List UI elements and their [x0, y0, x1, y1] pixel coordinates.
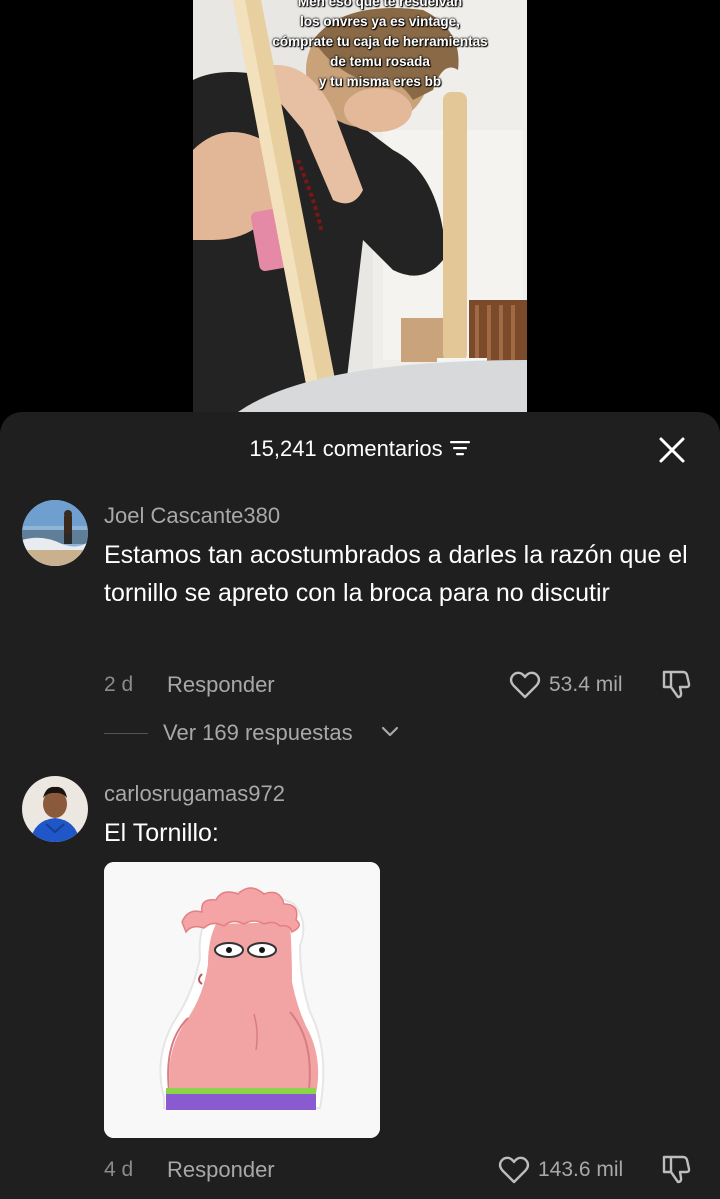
comment-username[interactable]: Joel Cascante380: [104, 503, 280, 529]
like-count: 143.6 mil: [538, 1158, 624, 1181]
caption-line: los onvres ya es vintage,: [300, 14, 460, 29]
like-count: 53.4 mil: [549, 673, 623, 696]
caption-line: Men eso que te resuelvan: [297, 0, 463, 9]
chevron-down-icon: [381, 726, 399, 737]
comment-username[interactable]: carlosrugamas972: [104, 781, 285, 807]
view-replies-label: Ver 169 respuestas: [163, 720, 353, 745]
video-player[interactable]: Men eso que te resuelvan los onvres ya e…: [0, 0, 720, 412]
heart-icon[interactable]: [509, 670, 541, 700]
avatar[interactable]: [22, 500, 88, 566]
dislike-icon[interactable]: [660, 668, 692, 700]
caption-line: y tu misma eres bb: [318, 74, 442, 89]
caption-line: cómprate tu caja de herramientas: [272, 34, 488, 49]
reply-button[interactable]: Responder: [167, 1157, 275, 1183]
video-caption-overlay: Men eso que te resuelvan los onvres ya e…: [193, 0, 527, 92]
reply-button[interactable]: Responder: [167, 672, 275, 698]
comment-sticker-image[interactable]: [104, 862, 380, 1138]
comment-text: El Tornillo:: [104, 819, 219, 847]
comment-count-button[interactable]: 15,241 comentarios: [0, 436, 720, 462]
patrick-sticker-illustration: [104, 862, 380, 1138]
video-frame: Men eso que te resuelvan los onvres ya e…: [193, 0, 527, 412]
avatar[interactable]: [22, 776, 88, 842]
comment-count-label: 15,241 comentarios: [249, 436, 443, 461]
replies-divider: [104, 733, 148, 734]
caption-line: de temu rosada: [330, 54, 430, 69]
comment-timestamp: 4 d: [104, 1158, 134, 1181]
comments-sheet: 15,241 comentarios Joel Cascante380 Esta…: [0, 412, 720, 1199]
comments-header: 15,241 comentarios: [0, 412, 720, 488]
filter-icon[interactable]: [449, 439, 471, 457]
comment-timestamp: 2 d: [104, 673, 134, 696]
close-icon[interactable]: [658, 436, 686, 464]
comment-text: Estamos tan acostumbrados a darles la ra…: [104, 541, 688, 607]
heart-icon[interactable]: [498, 1155, 530, 1185]
dislike-icon[interactable]: [660, 1153, 692, 1185]
